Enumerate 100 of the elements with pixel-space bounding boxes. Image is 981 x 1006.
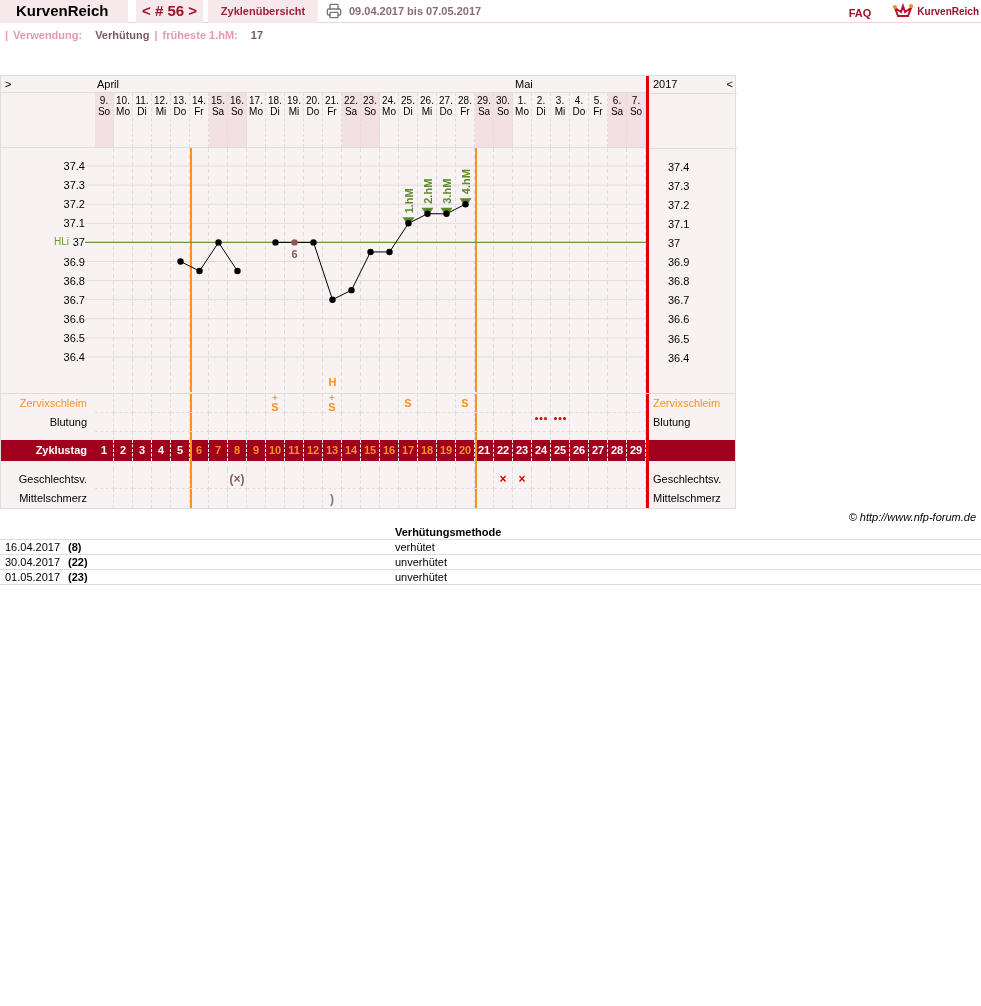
day-header-cell: 24. Mo xyxy=(380,93,399,147)
y-tick-label: 37 xyxy=(668,236,681,252)
cycle-day-number: 14 xyxy=(344,443,358,459)
x-tick-label: 4. xyxy=(574,95,584,106)
y-tick-label: 36.9 xyxy=(63,255,85,268)
cycle-day-number: 1 xyxy=(100,443,108,459)
logo-icon xyxy=(893,3,914,19)
row-label: Zyklustag xyxy=(35,443,87,459)
temperature-point xyxy=(291,239,298,246)
day-header-cell: 19. Mi xyxy=(285,93,304,147)
mucus-mark: + S xyxy=(328,393,336,413)
x-tick-label: 9. xyxy=(99,95,109,106)
table-cell-text: (8) xyxy=(68,539,83,555)
day-header-cell: 11. Di xyxy=(133,93,152,147)
cycle-day-number: 26 xyxy=(572,443,586,459)
temperature-point xyxy=(329,296,336,303)
x-tick-label: 14. xyxy=(192,95,206,106)
y-tick-label: 36.7 xyxy=(63,293,85,306)
cycle-day-number: 11 xyxy=(288,443,300,459)
mucus-mark: + S xyxy=(271,393,279,413)
y-tick-label: 36.4 xyxy=(63,351,85,363)
cycle-navigation[interactable]: < # 56 > xyxy=(136,0,203,23)
separator-text: | xyxy=(5,27,9,43)
day-header-cell: 29. Sa xyxy=(475,93,494,147)
y-tick-label: 36.8 xyxy=(668,274,690,290)
temperature-point xyxy=(272,239,279,246)
usage-value: Verhütung xyxy=(95,27,150,43)
day-header-cell: 30. So xyxy=(494,93,513,147)
x-tick-label: 11. xyxy=(135,95,149,106)
cycle-overview-tab[interactable]: Zyklenübersicht xyxy=(208,0,318,23)
y-tick-label: 37 xyxy=(72,236,85,249)
cover-line-label: HLi xyxy=(54,236,69,248)
temperature-point xyxy=(348,286,355,294)
temperature-point xyxy=(310,239,317,246)
temperature-point xyxy=(234,267,241,275)
x-tick-label: 16. xyxy=(230,95,244,106)
higher-measurement-label: 3.hM xyxy=(440,178,453,204)
day-header-cell: 28. Fr xyxy=(456,93,475,147)
table-cell-text: 16.04.2017 xyxy=(5,539,62,555)
temperature-point xyxy=(196,267,203,275)
row-label: Blutung xyxy=(49,415,87,431)
day-header-cell: 6. Sa xyxy=(608,93,627,147)
y-tick-label: 37.2 xyxy=(668,197,690,213)
cycle-day-number: 13 xyxy=(325,443,339,459)
table-cell-text: (22) xyxy=(68,554,89,570)
day-header-cell: 4. Do xyxy=(570,93,589,147)
scroll-right-link[interactable]: > xyxy=(5,75,12,93)
day-header-cell: 27. Do xyxy=(437,93,456,147)
x-tick-label: 29. xyxy=(477,95,491,106)
cycle-day-number: 25 xyxy=(553,443,567,459)
higher-measurement-label: 1.hM xyxy=(402,188,415,214)
y-tick-label: 37.4 xyxy=(668,159,690,175)
x-tick-label: 22. xyxy=(344,95,358,106)
printer-icon[interactable] xyxy=(326,3,342,19)
y-tick-label: 37.3 xyxy=(63,179,85,192)
y-tick-label: 36.5 xyxy=(668,331,690,347)
day-header-cell: 10. Mo xyxy=(114,93,133,147)
day-header-cell: 23. So xyxy=(361,93,380,147)
day-header-cell: 14. Fr xyxy=(190,93,209,147)
day-header-cell: 16. So xyxy=(228,93,247,147)
x-tick-label: 1. xyxy=(517,95,527,106)
mucus-mark: S xyxy=(404,397,412,409)
x-tick-label: 3. xyxy=(555,95,565,106)
cycle-day-number: 16 xyxy=(382,443,396,459)
cycle-day-number: 2 xyxy=(119,443,127,459)
earliest-value: 17 xyxy=(250,27,264,43)
cycle-day-number: 17 xyxy=(401,443,415,459)
y-tick-label: 37.1 xyxy=(63,217,85,230)
intercourse-mark: × xyxy=(499,471,507,488)
x-tick-label: 2. xyxy=(536,95,546,106)
cervix-note: H xyxy=(328,376,337,388)
cycle-day-number: 29 xyxy=(629,443,643,459)
x-tick-label: 18. xyxy=(268,95,282,106)
cycle-day-number: 24 xyxy=(534,443,548,459)
day-header-cell: 22. Sa xyxy=(342,93,361,147)
table-cell-text: unverhütet xyxy=(395,569,447,585)
day-header-cell: 21. Fr xyxy=(323,93,342,147)
row-label: Zervixschleim xyxy=(653,396,721,412)
higher-measurement-label: 2.hM xyxy=(421,178,434,204)
day-header-cell: 12. Mi xyxy=(152,93,171,147)
x-tick-label: 26. xyxy=(420,95,434,106)
row-label: Blutung xyxy=(653,415,691,431)
cycle-day-number: 22 xyxy=(496,443,510,459)
day-header-cell: 26. Mi xyxy=(418,93,437,147)
x-tick-label: 21. xyxy=(325,95,339,106)
x-tick-label: 5. xyxy=(593,95,603,106)
table-cell-text: unverhütet xyxy=(395,554,447,570)
x-tick-label: 24. xyxy=(382,95,396,106)
site-title: KurvenReich xyxy=(0,0,128,23)
faq-link[interactable]: FAQ xyxy=(848,4,872,22)
cycle-day-number: 4 xyxy=(157,443,165,459)
day-header-cell: 18. Di xyxy=(266,93,285,147)
x-tick-label: 17. xyxy=(249,95,263,106)
x-tick-label: 20. xyxy=(306,95,320,106)
intercourse-mark: × xyxy=(518,471,526,488)
x-tick-label: 23. xyxy=(363,95,377,106)
temperature-point xyxy=(367,248,374,256)
scroll-left-link[interactable]: < xyxy=(726,76,733,93)
cycle-day-number: 28 xyxy=(610,443,624,459)
table-cell-text: 01.05.2017 xyxy=(5,569,62,585)
